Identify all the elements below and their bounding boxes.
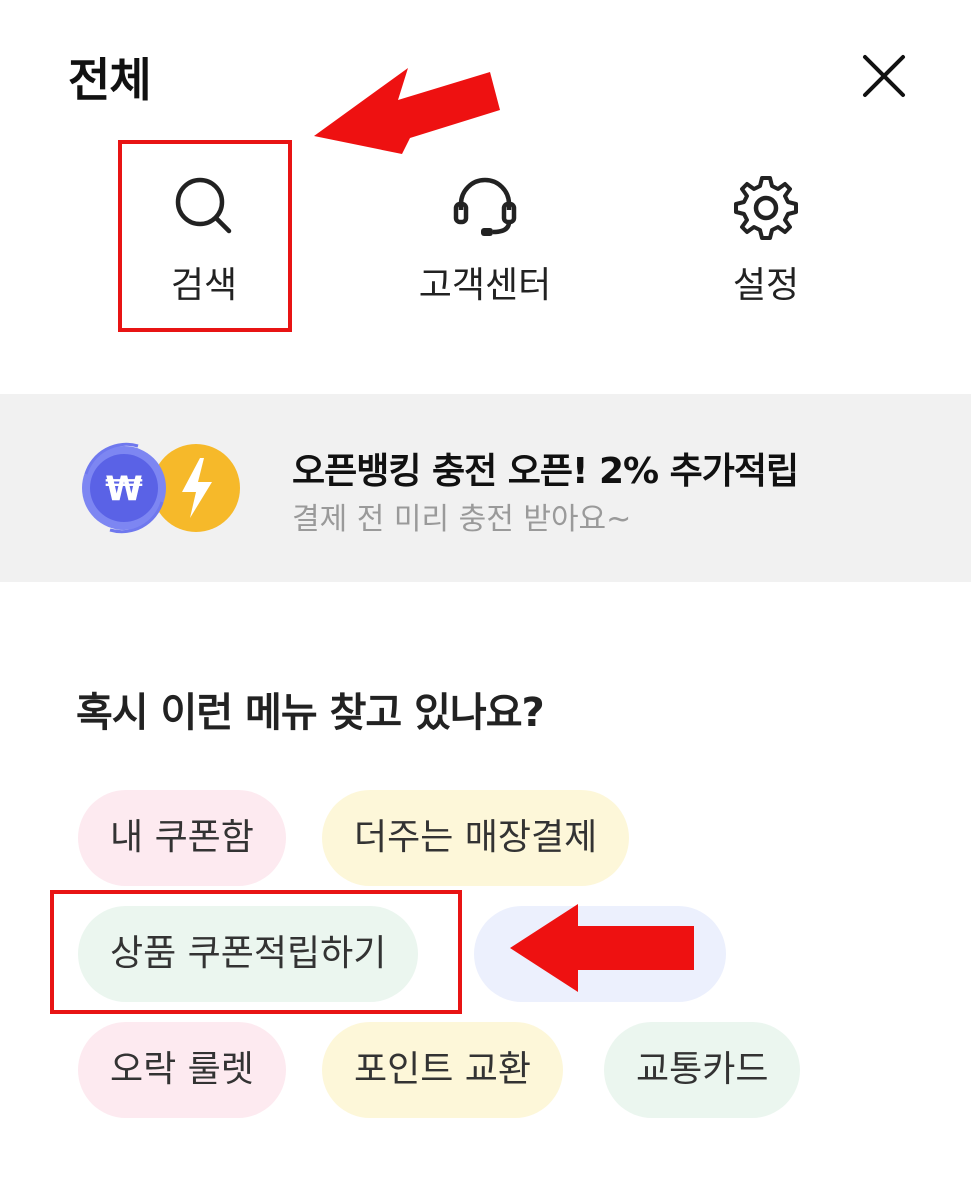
chip-hidden-item[interactable] (474, 906, 726, 1002)
close-icon (863, 55, 905, 97)
search-button[interactable]: 검색 (114, 170, 294, 308)
headset-icon (453, 177, 517, 236)
settings-button[interactable]: 설정 (676, 170, 856, 308)
chip-my-coupons[interactable]: 내 쿠폰함 (78, 790, 286, 886)
won-lightning-icon: ₩ (82, 442, 240, 534)
search-icon (175, 177, 232, 234)
won-symbol: ₩ (105, 469, 143, 509)
chip-point-exchange[interactable]: 포인트 교환 (322, 1022, 564, 1118)
settings-label: 설정 (732, 265, 800, 306)
suggestions-title: 혹시 이런 메뉴 찾고 있나요? (76, 690, 545, 736)
chip-store-payment[interactable]: 더주는 매장결제 (322, 790, 630, 886)
banner-title: 오픈뱅킹 충전 오픈! 2% 추가적립 (292, 451, 799, 492)
search-label: 검색 (170, 265, 238, 306)
banner-subtitle: 결제 전 미리 충전 받아요~ (292, 502, 632, 537)
gear-icon (734, 176, 798, 240)
open-banking-banner[interactable]: ₩ 오픈뱅킹 충전 오픈! 2% 추가적립 결제 전 미리 충전 받아요~ (0, 394, 971, 582)
chip-product-coupon[interactable]: 상품 쿠폰적립하기 (78, 906, 419, 1002)
close-button[interactable] (856, 48, 912, 104)
arrow-left-icon (314, 68, 500, 154)
customer-center-button[interactable]: 고객센터 (395, 170, 575, 308)
chip-transit-card[interactable]: 교통카드 (604, 1022, 801, 1118)
page-title: 전체 (68, 53, 152, 107)
chip-roulette[interactable]: 오락 룰렛 (78, 1022, 286, 1118)
customer-center-label: 고객센터 (418, 265, 552, 306)
